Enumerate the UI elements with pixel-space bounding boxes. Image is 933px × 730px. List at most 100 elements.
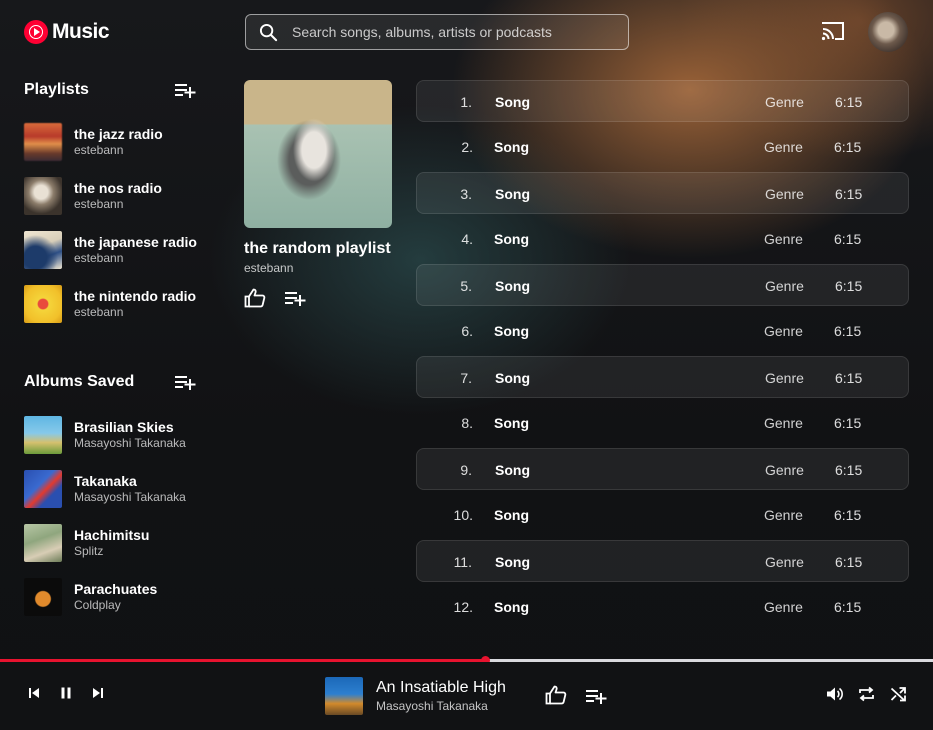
- track-name: Song: [494, 415, 529, 431]
- playlist-title: the japanese radio: [74, 234, 197, 250]
- search-icon: [259, 23, 278, 42]
- playlist-thumbnail: [24, 285, 62, 323]
- list-item[interactable]: the nintendo radio estebann: [24, 277, 214, 331]
- list-item[interactable]: the nos radio estebann: [24, 169, 214, 223]
- list-item[interactable]: the japanese radio estebann: [24, 223, 214, 277]
- playlist-thumbnail: [24, 231, 62, 269]
- track-genre: Genre: [765, 94, 804, 110]
- now-playing-artist[interactable]: Masayoshi Takanaka: [376, 699, 488, 713]
- table-row[interactable]: 4. Song Genre 6:15: [416, 218, 909, 260]
- add-to-queue-button[interactable]: [284, 289, 306, 307]
- track-list: 1. Song Genre 6:15 2. Song Genre 6:15 3. Song Ge…: [416, 80, 909, 632]
- table-row[interactable]: 2. Song Genre 6:15: [416, 126, 909, 168]
- albums-header: Albums Saved: [24, 373, 196, 391]
- add-album-icon[interactable]: [174, 373, 196, 391]
- track-name: Song: [494, 599, 529, 615]
- music-app: Music Playlists the jazz radioestebann t…: [0, 0, 933, 730]
- repeat-icon: [858, 686, 875, 702]
- now-playing-album-art[interactable]: [325, 677, 363, 715]
- list-item[interactable]: Brasilian Skies Masayoshi Takanaka: [24, 408, 214, 462]
- logo-text: Music: [52, 20, 110, 43]
- shuffle-button[interactable]: [890, 686, 907, 702]
- playlist-actions: [244, 288, 306, 308]
- playlist-title: the nintendo radio: [74, 288, 197, 304]
- skip-previous-icon: [27, 686, 41, 700]
- table-row[interactable]: 1. Song Genre 6:15: [416, 80, 909, 122]
- track-number: 6.: [461, 323, 473, 339]
- add-to-playlist-button[interactable]: [585, 687, 607, 705]
- album-thumbnail: [24, 470, 62, 508]
- track-number: 10.: [453, 507, 473, 523]
- track-name: Song: [495, 370, 530, 386]
- table-row[interactable]: 10. Song Genre 6:15: [416, 494, 909, 536]
- track-duration: 6:15: [834, 139, 862, 155]
- track-genre: Genre: [764, 139, 803, 155]
- playlist-owner: estebann: [74, 305, 124, 319]
- list-item[interactable]: Hachimitsu Splitz: [24, 516, 214, 570]
- table-row[interactable]: 8. Song Genre 6:15: [416, 402, 909, 444]
- next-button[interactable]: [91, 686, 105, 700]
- previous-button[interactable]: [27, 686, 41, 700]
- add-playlist-icon[interactable]: [174, 81, 196, 99]
- app-logo[interactable]: Music: [24, 20, 110, 44]
- track-duration: 6:15: [835, 186, 863, 202]
- like-playlist-button[interactable]: [244, 288, 266, 308]
- track-duration: 6:15: [835, 370, 863, 386]
- track-number: 9.: [460, 462, 472, 478]
- table-row[interactable]: 9. Song Genre 6:15: [416, 448, 909, 490]
- like-song-button[interactable]: [545, 685, 567, 705]
- track-name: Song: [494, 231, 529, 247]
- track-genre: Genre: [764, 507, 803, 523]
- track-number: 1.: [460, 94, 472, 110]
- now-playing-title[interactable]: An Insatiable High: [376, 679, 506, 697]
- album-title: Brasilian Skies: [74, 419, 174, 435]
- volume-button[interactable]: [826, 686, 844, 702]
- repeat-button[interactable]: [858, 686, 875, 702]
- table-row[interactable]: 6. Song Genre 6:15: [416, 310, 909, 352]
- player-bar: An Insatiable High Masayoshi Takanaka: [0, 662, 933, 730]
- search-input[interactable]: [292, 24, 612, 40]
- table-row[interactable]: 7. Song Genre 6:15: [416, 356, 909, 398]
- track-duration: 6:15: [834, 323, 862, 339]
- track-duration: 6:15: [834, 415, 862, 431]
- track-name: Song: [494, 323, 529, 339]
- track-number: 8.: [461, 415, 473, 431]
- list-item[interactable]: Takanaka Masayoshi Takanaka: [24, 462, 214, 516]
- playlist-add-icon: [585, 687, 607, 705]
- albums-title: Albums Saved: [24, 373, 135, 390]
- track-duration: 6:15: [835, 94, 863, 110]
- track-number: 11.: [453, 554, 472, 570]
- track-name: Song: [494, 507, 529, 523]
- album-list: Brasilian Skies Masayoshi Takanaka Takana…: [24, 408, 214, 624]
- track-name: Song: [494, 139, 529, 155]
- list-item[interactable]: the jazz radio estebann: [24, 115, 214, 169]
- track-genre: Genre: [764, 599, 803, 615]
- track-name: Song: [495, 554, 530, 570]
- search-bar[interactable]: [245, 14, 629, 50]
- user-avatar[interactable]: [868, 12, 908, 52]
- track-genre: Genre: [764, 231, 803, 247]
- table-row[interactable]: 5. Song Genre 6:15: [416, 264, 909, 306]
- album-artist: Splitz: [74, 544, 104, 558]
- track-number: 7.: [460, 370, 472, 386]
- track-genre: Genre: [765, 554, 804, 570]
- playlist-title: the jazz radio: [74, 126, 163, 142]
- album-artist: Masayoshi Takanaka: [74, 436, 186, 450]
- music-logo-icon: [24, 20, 48, 44]
- playlist-owner: estebann: [74, 251, 124, 265]
- playlists-header: Playlists: [24, 81, 196, 99]
- pause-button[interactable]: [59, 686, 73, 700]
- album-thumbnail: [24, 578, 62, 616]
- table-row[interactable]: 3. Song Genre 6:15: [416, 172, 909, 214]
- playlist-owner: estebann: [74, 197, 124, 211]
- playlist-add-icon: [284, 289, 306, 307]
- table-row[interactable]: 11. Song Genre 6:15: [416, 540, 909, 582]
- playlist-thumbnail: [24, 177, 62, 215]
- track-duration: 6:15: [835, 278, 863, 294]
- track-duration: 6:15: [835, 554, 863, 570]
- table-row[interactable]: 12. Song Genre 6:15: [416, 586, 909, 628]
- shuffle-icon: [890, 686, 907, 702]
- list-item[interactable]: Parachuates Coldplay: [24, 570, 214, 624]
- cast-button[interactable]: [821, 21, 845, 41]
- thumbs-up-icon: [545, 685, 567, 705]
